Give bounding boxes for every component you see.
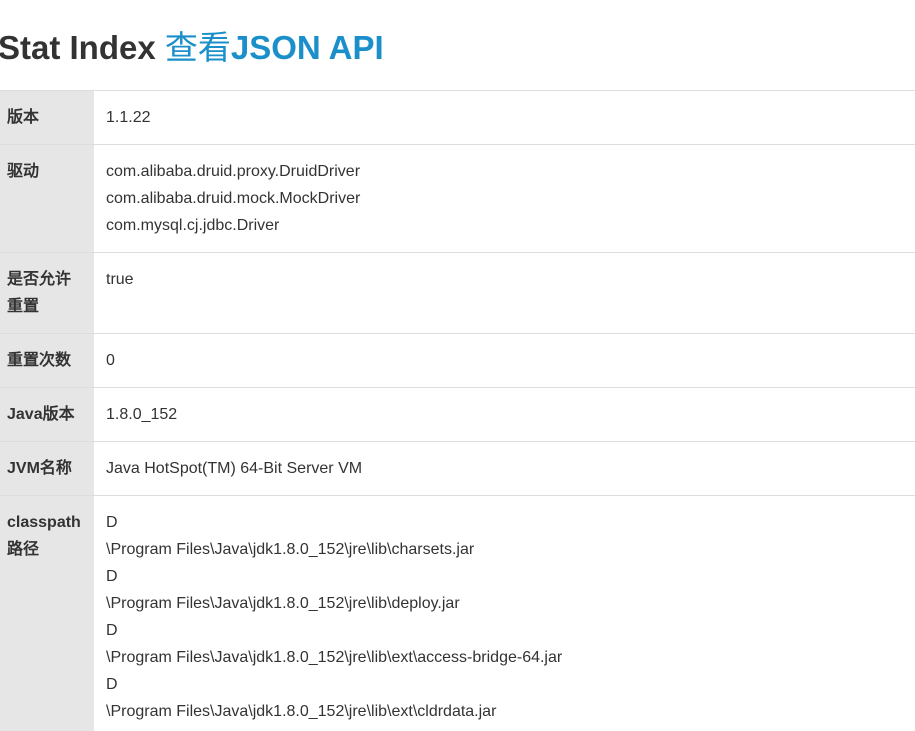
value-line: 1.8.0_152 — [106, 406, 178, 423]
row-label-classpath: classpath路径 — [0, 495, 94, 731]
row-value-reset-count: 0 — [94, 333, 915, 388]
view-json-api-link[interactable]: 查看JSON API — [164, 28, 384, 67]
row-value-version: 1.1.22 — [94, 90, 915, 145]
value-line: \Program Files\Java\jdk1.8.0_152\jre\lib… — [106, 703, 497, 720]
row-label-jvm-name: JVM名称 — [0, 441, 94, 496]
table-row-java-version: Java版本 1.8.0_152 — [0, 387, 915, 442]
table-row-driver: 驱动 com.alibaba.druid.proxy.DruidDriver c… — [0, 144, 915, 253]
table-row-classpath: classpath路径 D \Program Files\Java\jdk1.8… — [0, 495, 915, 731]
value-line: D — [106, 725, 903, 731]
row-label-java-version: Java版本 — [0, 387, 94, 442]
row-label-driver: 驱动 — [0, 144, 94, 253]
value-line: com.mysql.cj.jdbc.Driver — [106, 217, 280, 234]
row-value-driver: com.alibaba.druid.proxy.DruidDriver com.… — [94, 144, 915, 253]
stat-index-page: Stat Index 查看JSON API 版本 1.1.22 驱动 com.a… — [0, 0, 915, 731]
table-row-version: 版本 1.1.22 — [0, 90, 915, 145]
row-label-reset-count: 重置次数 — [0, 333, 94, 388]
table-row-jvm-name: JVM名称 Java HotSpot(TM) 64-Bit Server VM — [0, 441, 915, 496]
value-line: D — [106, 676, 118, 693]
row-value-jvm-name: Java HotSpot(TM) 64-Bit Server VM — [94, 441, 915, 496]
row-label-reset-enabled: 是否允许重置 — [0, 252, 94, 334]
value-line: D — [106, 514, 118, 531]
page-title-text: Stat Index — [0, 29, 156, 66]
row-value-java-version: 1.8.0_152 — [94, 387, 915, 442]
view-json-api-link-cjk: 查看 — [164, 28, 231, 67]
value-line: \Program Files\Java\jdk1.8.0_152\jre\lib… — [106, 541, 475, 558]
value-line: \Program Files\Java\jdk1.8.0_152\jre\lib… — [106, 649, 563, 666]
table-row-reset-enabled: 是否允许重置 true — [0, 252, 915, 334]
value-line: D — [106, 568, 118, 585]
row-label-version: 版本 — [0, 90, 94, 145]
value-line: D — [106, 622, 118, 639]
value-line: com.alibaba.druid.proxy.DruidDriver — [106, 163, 361, 180]
row-value-classpath: D \Program Files\Java\jdk1.8.0_152\jre\l… — [94, 495, 915, 731]
table-row-reset-count: 重置次数 0 — [0, 333, 915, 388]
view-json-api-link-text: JSON API — [230, 29, 384, 66]
row-value-reset-enabled: true — [94, 252, 915, 334]
stat-table: 版本 1.1.22 驱动 com.alibaba.druid.proxy.Dru… — [0, 90, 915, 731]
value-line: 1.1.22 — [106, 109, 151, 126]
value-line: com.alibaba.druid.mock.MockDriver — [106, 190, 361, 207]
value-line: 0 — [106, 352, 115, 369]
value-line: Java HotSpot(TM) 64-Bit Server VM — [106, 460, 363, 477]
value-line: \Program Files\Java\jdk1.8.0_152\jre\lib… — [106, 595, 460, 612]
page-title: Stat Index 查看JSON API — [0, 28, 384, 68]
value-line: true — [106, 271, 134, 288]
